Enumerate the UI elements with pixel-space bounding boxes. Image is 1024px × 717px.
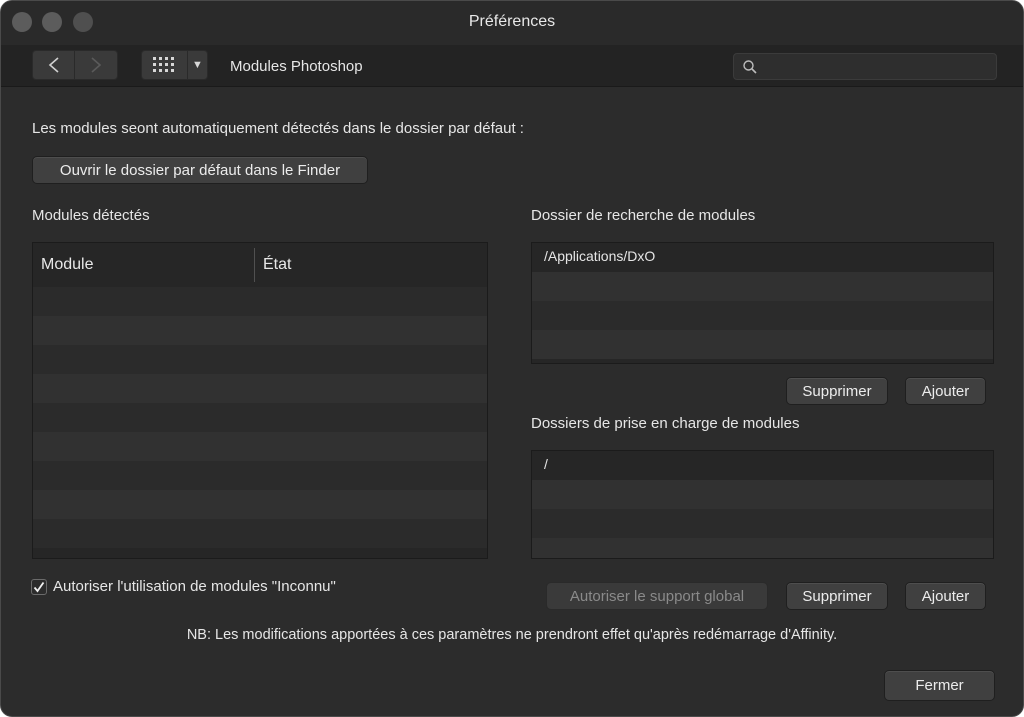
section-title: Modules Photoshop [230, 58, 363, 75]
forward-button[interactable] [75, 51, 117, 79]
back-button[interactable] [33, 51, 76, 79]
table-row [33, 403, 487, 432]
list-item [532, 272, 993, 301]
table-row [33, 490, 487, 519]
allow-unknown-checkbox[interactable] [31, 579, 47, 595]
preferences-window: Préférences ▼ Modules Photoshop Les modu… [0, 0, 1024, 717]
detected-modules-heading: Modules détectés [32, 207, 150, 224]
support-folders-heading: Dossiers de prise en charge de modules [531, 415, 800, 432]
list-item-label: / [544, 456, 548, 472]
intro-text: Les modules seont automatiquement détect… [32, 120, 524, 137]
list-item-label: /Applications/DxO [544, 248, 656, 264]
remove-search-folder-button[interactable]: Supprimer [786, 377, 888, 405]
add-support-folder-button[interactable]: Ajouter [905, 582, 986, 610]
view-switcher: ▼ [141, 50, 208, 80]
list-item[interactable]: /Applications/DxO [532, 243, 993, 272]
table-row [33, 461, 487, 490]
list-item [532, 509, 993, 538]
grid-icon [152, 57, 174, 72]
allow-global-support-button[interactable]: Autoriser le support global [546, 582, 768, 610]
list-item [532, 480, 993, 509]
search-folders-heading: Dossier de recherche de modules [531, 207, 756, 224]
table-row [33, 345, 487, 374]
table-header: Module État [33, 243, 487, 287]
navigation-buttons [32, 50, 118, 80]
open-default-folder-button[interactable]: Ouvrir le dossier par défaut dans le Fin… [32, 156, 368, 184]
table-row [33, 316, 487, 345]
search-input[interactable] [762, 56, 990, 77]
search-field[interactable] [733, 53, 997, 80]
restart-note: NB: Les modifications apportées à ces pa… [186, 627, 838, 643]
search-icon [743, 60, 757, 74]
list-item [532, 330, 993, 359]
list-item[interactable]: / [532, 451, 993, 480]
table-row [33, 374, 487, 403]
close-button[interactable]: Fermer [884, 670, 995, 701]
search-folders-list[interactable]: /Applications/DxO [531, 242, 994, 364]
list-item [532, 301, 993, 330]
list-item [532, 538, 993, 558]
title-bar: Préférences [1, 1, 1023, 45]
triangle-down-icon: ▼ [192, 59, 203, 71]
column-header-module[interactable]: Module [33, 256, 254, 274]
view-dropdown-button[interactable]: ▼ [188, 51, 207, 79]
table-row [33, 287, 487, 316]
support-folders-list[interactable]: / [531, 450, 994, 559]
table-row [33, 432, 487, 461]
detected-modules-table[interactable]: Module État [32, 242, 488, 559]
checkmark-icon [33, 581, 45, 593]
allow-unknown-label[interactable]: Autoriser l'utilisation de modules "Inco… [53, 578, 336, 595]
remove-support-folder-button[interactable]: Supprimer [786, 582, 888, 610]
show-all-button[interactable] [142, 51, 188, 79]
add-search-folder-button[interactable]: Ajouter [905, 377, 986, 405]
column-header-state[interactable]: État [255, 256, 291, 274]
window-title: Préférences [468, 13, 556, 30]
table-row [33, 519, 487, 548]
table-body [33, 287, 487, 548]
toolbar: ▼ Modules Photoshop [1, 45, 1023, 87]
chevron-left-icon [48, 57, 59, 73]
chevron-right-icon [91, 57, 102, 73]
